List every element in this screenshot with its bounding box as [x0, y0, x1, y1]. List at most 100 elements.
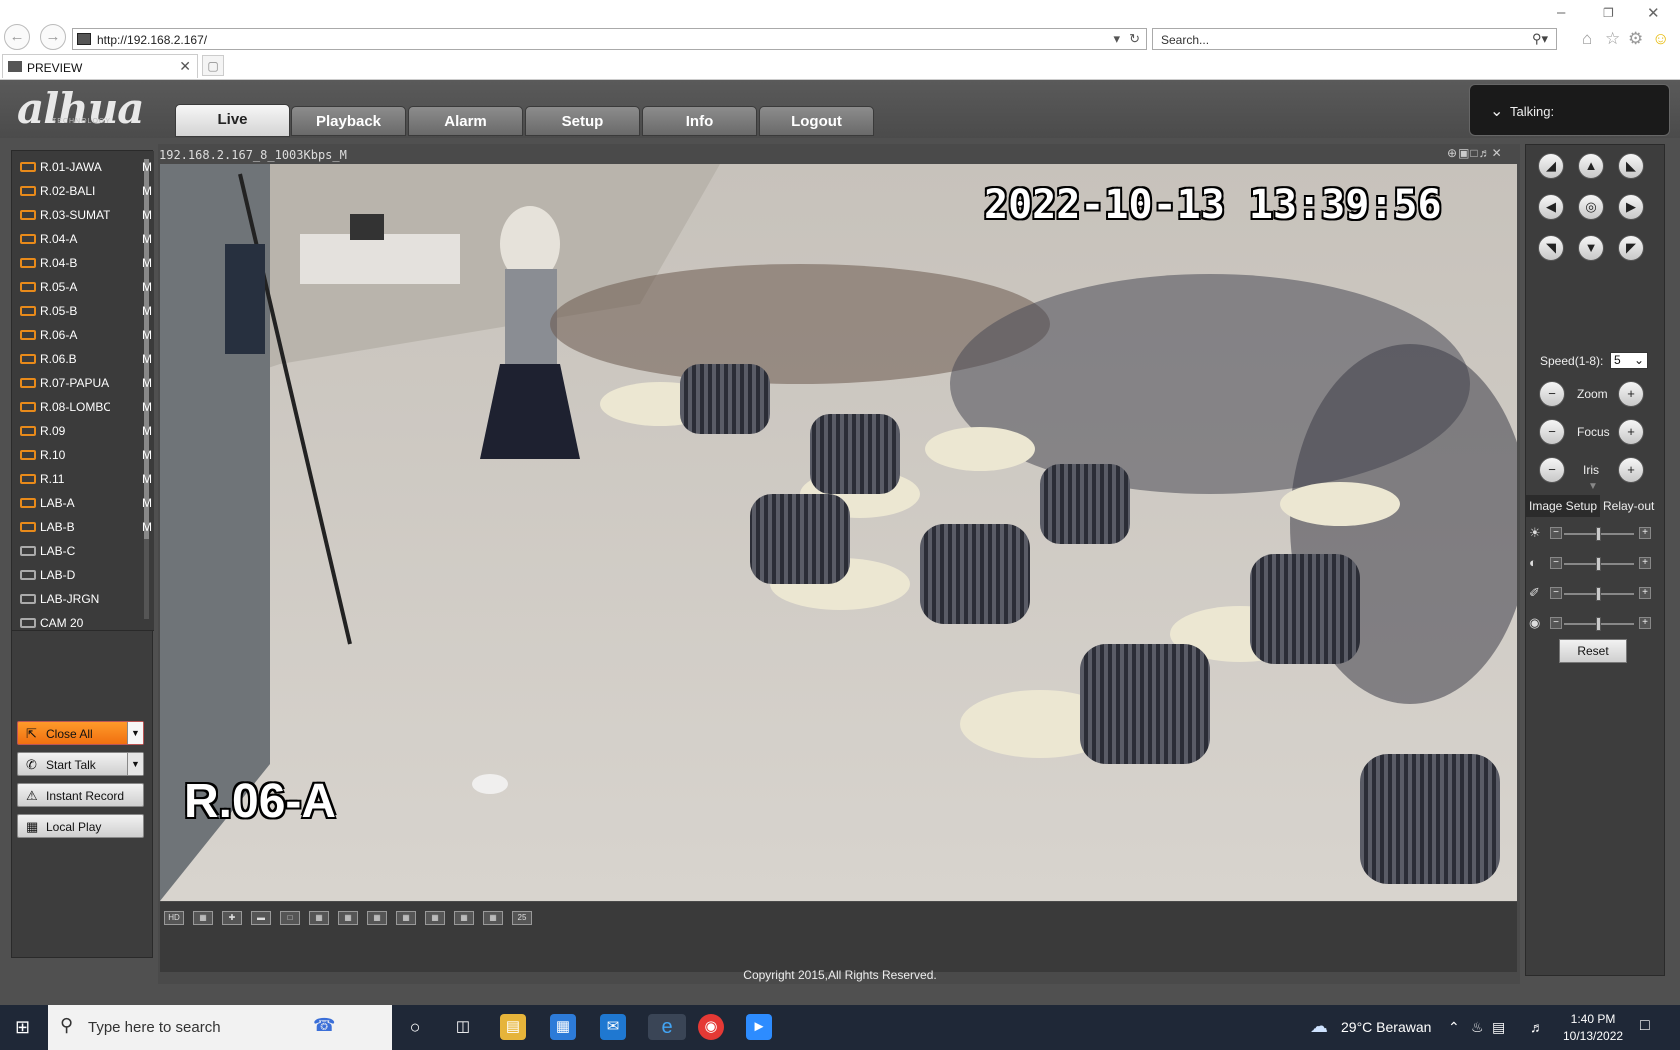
layout-8-icon[interactable]: ▦: [367, 911, 387, 925]
ptz-right-icon[interactable]: ▶: [1618, 194, 1644, 220]
layout-16-icon[interactable]: ▦: [454, 911, 474, 925]
camera-stream-type[interactable]: M: [142, 208, 152, 222]
slider-knob[interactable]: [1596, 617, 1601, 631]
camera-stream-type[interactable]: M: [142, 280, 152, 294]
tab-live[interactable]: Live: [175, 104, 290, 137]
address-bar[interactable]: http://192.168.2.167/ ▾ ↻: [72, 28, 1147, 50]
slider-plus-icon[interactable]: +: [1639, 557, 1651, 569]
tab-playback[interactable]: Playback: [291, 106, 406, 136]
iris-minus-icon[interactable]: −: [1539, 457, 1565, 483]
camera-stream-type[interactable]: M: [142, 160, 152, 174]
start-talk-dropdown-icon[interactable]: ▼: [127, 753, 143, 775]
iris-plus-icon[interactable]: +: [1618, 457, 1644, 483]
ptz-down-left-icon[interactable]: ◥: [1538, 235, 1564, 261]
camera-list-item[interactable]: R.04-B M: [20, 253, 152, 273]
mail-icon[interactable]: ✉: [600, 1014, 626, 1040]
slider-minus-icon[interactable]: −: [1550, 527, 1562, 539]
search-icon[interactable]: ⚲▾: [1532, 31, 1548, 47]
talking-panel[interactable]: ⌄ Talking:: [1469, 84, 1670, 136]
hd-icon[interactable]: HD: [164, 911, 184, 925]
slider-plus-icon[interactable]: +: [1639, 587, 1651, 599]
tab-close-icon[interactable]: ✕: [179, 58, 191, 75]
ptz-down-icon[interactable]: ▼: [1578, 235, 1604, 261]
camera-list-item[interactable]: LAB-C: [20, 541, 150, 561]
camera-list-item[interactable]: R.03-SUMATERA M: [20, 205, 152, 225]
camera-stream-type[interactable]: M: [142, 328, 152, 342]
camera-list-item[interactable]: R.09 M: [20, 421, 152, 441]
back-icon[interactable]: ←: [4, 24, 30, 50]
forward-icon[interactable]: →: [40, 24, 66, 50]
camera-list-item[interactable]: R.05-A M: [20, 277, 152, 297]
chrome-icon[interactable]: ◉: [698, 1014, 724, 1040]
restore-icon[interactable]: ❐: [1603, 6, 1614, 20]
camera-list-item[interactable]: R.01-JAWA M: [20, 157, 152, 177]
camera-video-frame[interactable]: 2022-10-13 13:39:56 R.06-A: [160, 164, 1517, 901]
slider-knob[interactable]: [1596, 527, 1601, 541]
chevron-down-icon[interactable]: ⌄: [1490, 101, 1503, 121]
camera-stream-type[interactable]: M: [142, 448, 152, 462]
layout-20-icon[interactable]: ▦: [483, 911, 503, 925]
microphone-icon[interactable]: ♨: [1471, 1019, 1484, 1036]
home-icon[interactable]: ⌂: [1582, 29, 1592, 49]
zoom-out-icon[interactable]: −: [1539, 381, 1565, 407]
ptz-up-left-icon[interactable]: ◢: [1538, 153, 1564, 179]
layout-4-icon[interactable]: ▦: [309, 911, 329, 925]
network-icon[interactable]: ▤: [1492, 1019, 1505, 1036]
image-slider-track[interactable]: [1564, 587, 1634, 601]
refresh-icon[interactable]: ↻: [1129, 31, 1140, 47]
camera-list-item[interactable]: LAB-A M: [20, 493, 152, 513]
layout-6-icon[interactable]: ▦: [338, 911, 358, 925]
ptz-up-right-icon[interactable]: ◣: [1618, 153, 1644, 179]
tab-image-setup[interactable]: Image Setup: [1526, 495, 1601, 517]
zoom-in-icon[interactable]: ⊕: [1447, 146, 1458, 160]
tab-relay-out[interactable]: Relay-out: [1603, 499, 1654, 513]
camera-list-item[interactable]: R.07-PAPUA M: [20, 373, 152, 393]
local-play-button[interactable]: ▦ Local Play: [17, 814, 144, 838]
close-window-icon[interactable]: ✕: [1647, 4, 1660, 22]
camera-list-item[interactable]: CAM 20: [20, 613, 150, 630]
start-talk-button[interactable]: ✆ Start Talk ▼: [17, 752, 144, 776]
camera-stream-type[interactable]: M: [142, 424, 152, 438]
ptz-auto-focus-icon[interactable]: ◎: [1578, 194, 1604, 220]
video-window-controls[interactable]: ⊕▣□♬✕: [1447, 146, 1503, 160]
notifications-icon[interactable]: □: [1640, 1017, 1650, 1035]
layout-25-icon[interactable]: 25: [512, 911, 532, 925]
slider-knob[interactable]: [1596, 557, 1601, 571]
ptz-down-right-icon[interactable]: ◤: [1618, 235, 1644, 261]
slider-plus-icon[interactable]: +: [1639, 617, 1651, 629]
camera-stream-type[interactable]: M: [142, 496, 152, 510]
slider-knob[interactable]: [1596, 587, 1601, 601]
fullscreen-icon[interactable]: ✚: [222, 911, 242, 925]
browser-search-box[interactable]: Search... ⚲▾: [1152, 28, 1557, 50]
slider-minus-icon[interactable]: −: [1550, 587, 1562, 599]
image-slider-track[interactable]: [1564, 527, 1634, 541]
fluency-icon[interactable]: ▦: [193, 911, 213, 925]
cortana-icon[interactable]: ○: [402, 1014, 428, 1040]
camera-list-item[interactable]: LAB-D: [20, 565, 150, 585]
ptz-left-icon[interactable]: ◀: [1538, 194, 1564, 220]
tab-alarm[interactable]: Alarm: [408, 106, 523, 136]
camera-stream-type[interactable]: M: [142, 376, 152, 390]
stretch-icon[interactable]: ▬: [251, 911, 271, 925]
taskbar-clock[interactable]: 1:40 PM 10/13/2022: [1563, 1011, 1623, 1045]
store-icon[interactable]: ▦: [550, 1014, 576, 1040]
slider-plus-icon[interactable]: +: [1639, 527, 1651, 539]
slider-minus-icon[interactable]: −: [1550, 557, 1562, 569]
camera-stream-type[interactable]: M: [142, 304, 152, 318]
snapshot-icon[interactable]: □: [1470, 146, 1478, 160]
weather-cloud-icon[interactable]: ☁: [1310, 1016, 1328, 1037]
camera-stream-type[interactable]: M: [142, 232, 152, 246]
reset-button[interactable]: Reset: [1559, 639, 1627, 663]
layout-13-icon[interactable]: ▦: [425, 911, 445, 925]
task-view-icon[interactable]: ◫: [450, 1014, 476, 1040]
tab-setup[interactable]: Setup: [525, 106, 640, 136]
camera-list-item[interactable]: LAB-JRGN: [20, 589, 150, 609]
favorites-star-icon[interactable]: ☆: [1605, 29, 1620, 49]
settings-gear-icon[interactable]: ⚙: [1628, 29, 1643, 49]
camera-list-item[interactable]: R.06-A M: [20, 325, 152, 345]
record-icon[interactable]: ▣: [1458, 146, 1470, 160]
windows-start-icon[interactable]: ⊞: [15, 1017, 30, 1038]
browser-tab[interactable]: PREVIEW ✕: [2, 54, 198, 78]
taskbar-search-placeholder[interactable]: Type here to search: [88, 1019, 221, 1036]
close-all-dropdown-icon[interactable]: ▼: [127, 722, 143, 744]
